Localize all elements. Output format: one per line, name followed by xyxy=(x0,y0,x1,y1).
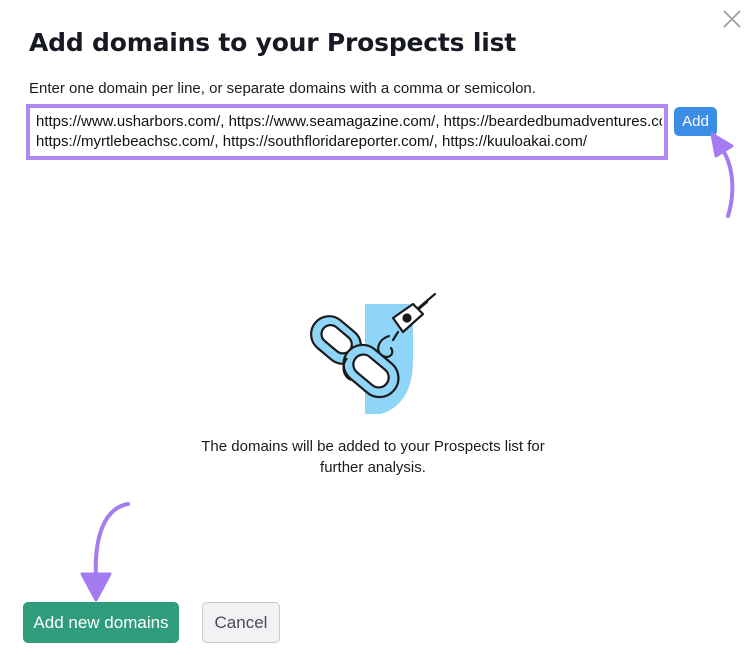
arrow-to-add-button xyxy=(710,132,735,218)
dialog-title: Add domains to your Prospects list xyxy=(29,28,516,57)
chain-link-hook-illustration xyxy=(310,292,437,414)
add-new-domains-button[interactable]: Add new domains xyxy=(23,602,179,643)
close-icon[interactable] xyxy=(721,8,743,30)
instructions-text: Enter one domain per line, or separate d… xyxy=(29,80,536,97)
add-button[interactable]: Add xyxy=(674,107,717,136)
cancel-button[interactable]: Cancel xyxy=(202,602,280,643)
arrow-to-add-new-domains-button xyxy=(80,502,130,602)
info-text: The domains will be added to your Prospe… xyxy=(201,438,545,476)
domains-input[interactable]: https://www.usharbors.com/, https://www.… xyxy=(36,112,662,156)
domains-input-container: https://www.usharbors.com/, https://www.… xyxy=(26,104,668,160)
